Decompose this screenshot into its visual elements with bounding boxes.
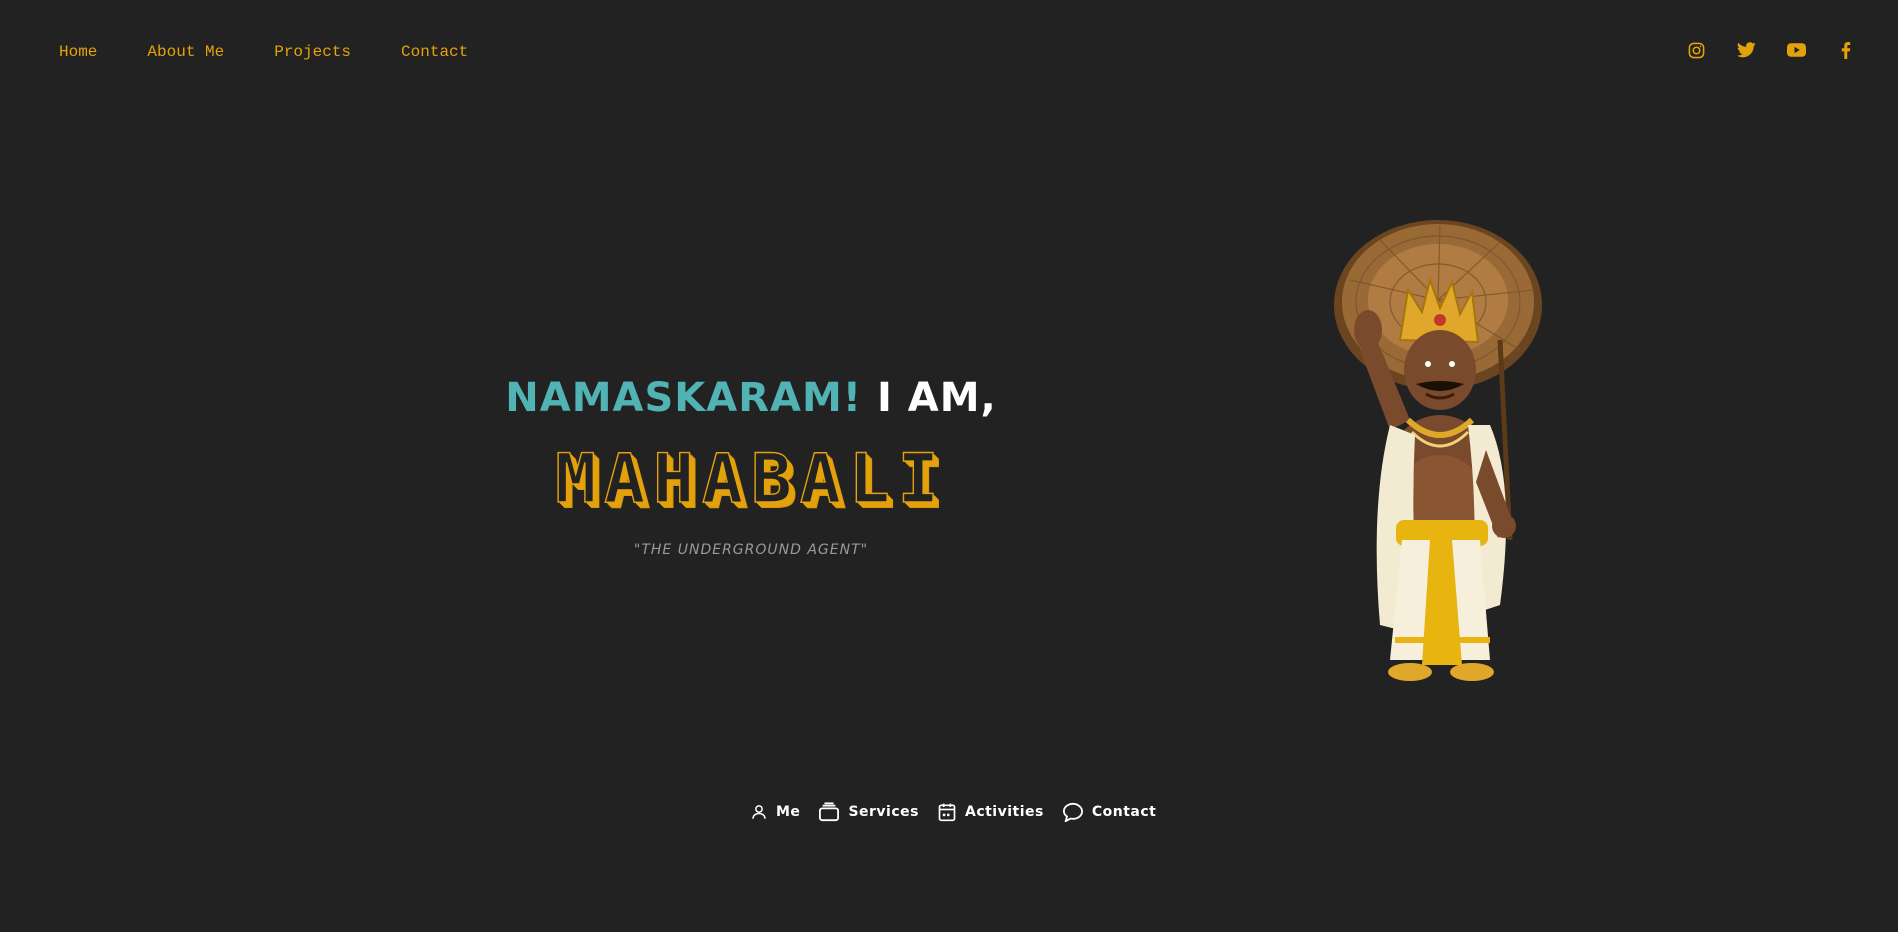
bottom-nav-services-label: Services: [848, 804, 919, 820]
bottom-nav-contact-label: Contact: [1091, 804, 1157, 820]
hero-tagline: "THE UNDERGROUND AGENT": [633, 542, 869, 558]
top-navigation: Home About Me Projects Contact: [0, 0, 1898, 104]
bottom-nav-activities-label: Activities: [964, 804, 1044, 820]
nav-link-about-me[interactable]: About Me: [147, 42, 224, 62]
chat-bubble-icon: [1062, 802, 1083, 822]
bottom-nav-me-label: Me: [776, 804, 801, 820]
hero-greeting: NAMASKARAM! I AM,: [500, 370, 1002, 426]
hero-name: MAHABALI: [555, 439, 947, 519]
twitter-icon[interactable]: [1734, 38, 1758, 62]
hero-intro: NAMASKARAM! I AM, MAHABALI "THE UNDERGRO…: [500, 370, 1002, 558]
instagram-icon[interactable]: [1684, 38, 1708, 62]
nav-link-home[interactable]: Home: [59, 42, 97, 62]
nav-links: Home About Me Projects Contact: [59, 42, 468, 62]
bottom-nav-me[interactable]: Me: [750, 803, 800, 821]
facebook-icon[interactable]: [1834, 38, 1858, 62]
calendar-icon: [938, 803, 956, 822]
user-icon: [752, 805, 766, 819]
bottom-nav-contact[interactable]: Contact: [1062, 802, 1157, 822]
greeting-i-am: I AM,: [876, 375, 997, 421]
nav-link-projects[interactable]: Projects: [274, 42, 351, 62]
bottom-nav-activities[interactable]: Activities: [937, 802, 1044, 822]
bottom-navigation: Me Services Activities Contact: [750, 802, 1156, 822]
briefcase-icon: [819, 802, 840, 822]
social-links: [1684, 38, 1858, 62]
nav-link-contact[interactable]: Contact: [401, 42, 468, 62]
youtube-icon[interactable]: [1784, 38, 1808, 62]
mahabali-illustration: [1290, 220, 1560, 690]
greeting-namaskaram: NAMASKARAM!: [505, 375, 863, 421]
bottom-nav-services[interactable]: Services: [818, 802, 919, 822]
